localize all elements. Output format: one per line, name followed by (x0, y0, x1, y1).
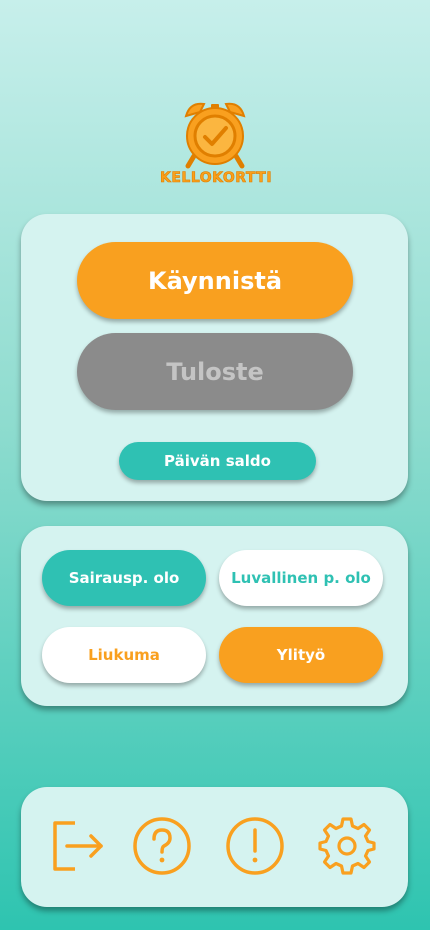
start-button[interactable]: Käynnistä (77, 242, 353, 319)
footer-card (21, 787, 408, 907)
overtime-button[interactable]: Ylityö (219, 627, 383, 683)
app-logo: KELLOKORTTI (160, 98, 273, 190)
permitted-leave-button[interactable]: Luvallinen p. olo (219, 550, 383, 606)
flex-time-button[interactable]: Liukuma (42, 627, 206, 683)
alarm-clock-icon (184, 102, 246, 169)
settings-icon[interactable] (316, 815, 378, 877)
absence-card: Sairausp. olo Luvallinen p. olo Liukuma … (21, 526, 408, 706)
help-icon[interactable] (131, 815, 193, 877)
alert-icon[interactable] (224, 815, 286, 877)
print-button[interactable]: Tuloste (77, 333, 353, 410)
main-card: Käynnistä Tuloste Päivän saldo (21, 214, 408, 501)
sick-leave-button[interactable]: Sairausp. olo (42, 550, 206, 606)
logo-text: KELLOKORTTI (160, 170, 273, 187)
day-balance-button[interactable]: Päivän saldo (119, 442, 316, 480)
logout-icon[interactable] (47, 815, 109, 877)
